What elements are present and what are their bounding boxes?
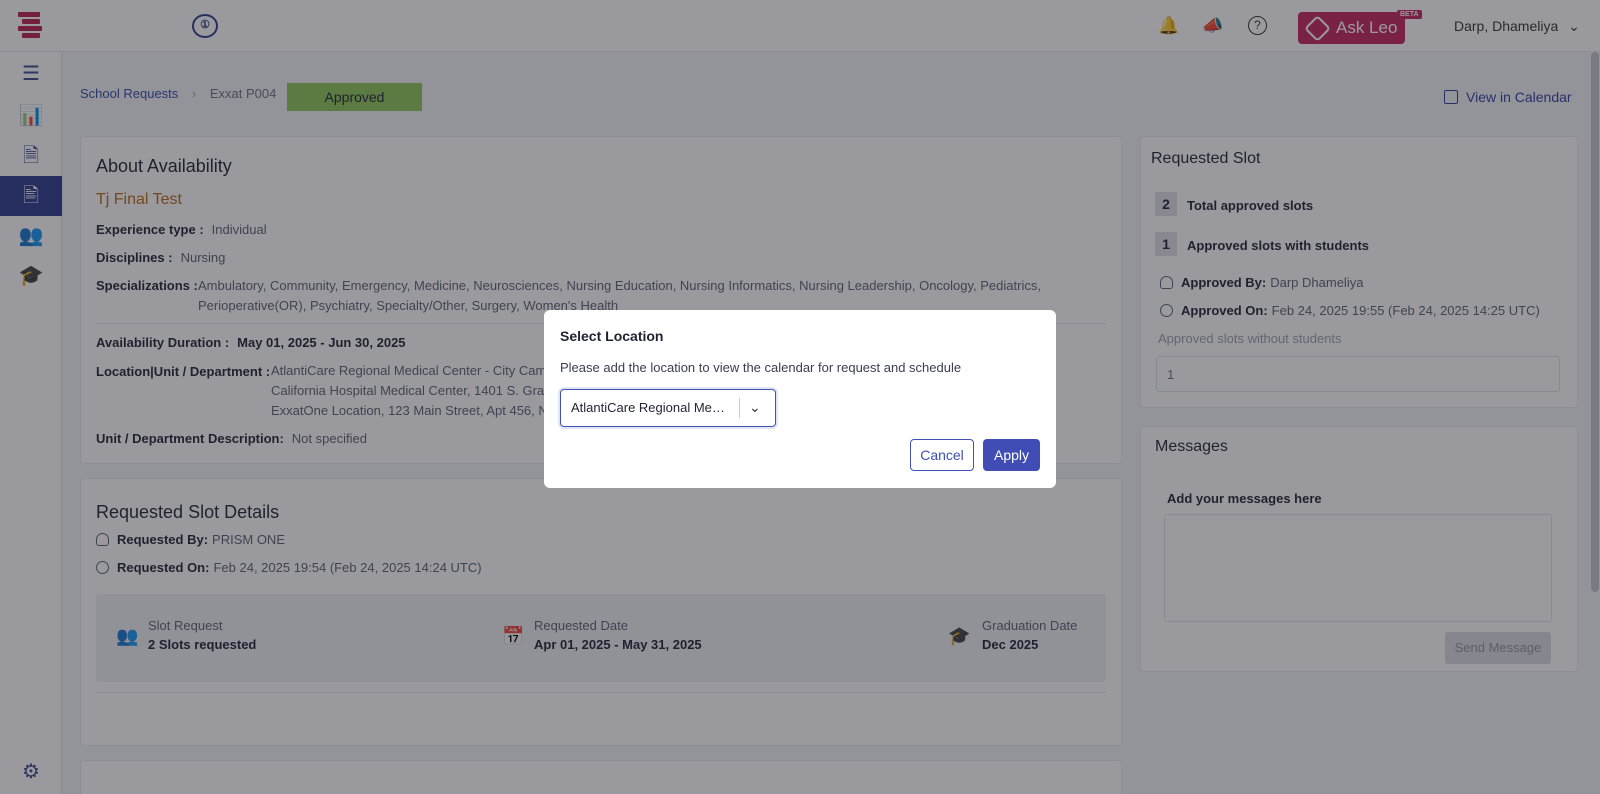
select-separator: [739, 398, 740, 418]
location-select[interactable]: AtlantiCare Regional Medical Center - Ci…: [560, 389, 776, 427]
modal-title: Select Location: [560, 328, 664, 344]
selected-location: AtlantiCare Regional Medical Center - Ci…: [571, 400, 731, 415]
select-location-modal: Select Location Please add the location …: [544, 310, 1056, 488]
modal-description: Please add the location to view the cale…: [560, 360, 962, 375]
cancel-button[interactable]: Cancel: [910, 439, 974, 471]
apply-button[interactable]: Apply: [983, 439, 1040, 471]
chevron-down-icon[interactable]: ⌄: [749, 399, 761, 416]
